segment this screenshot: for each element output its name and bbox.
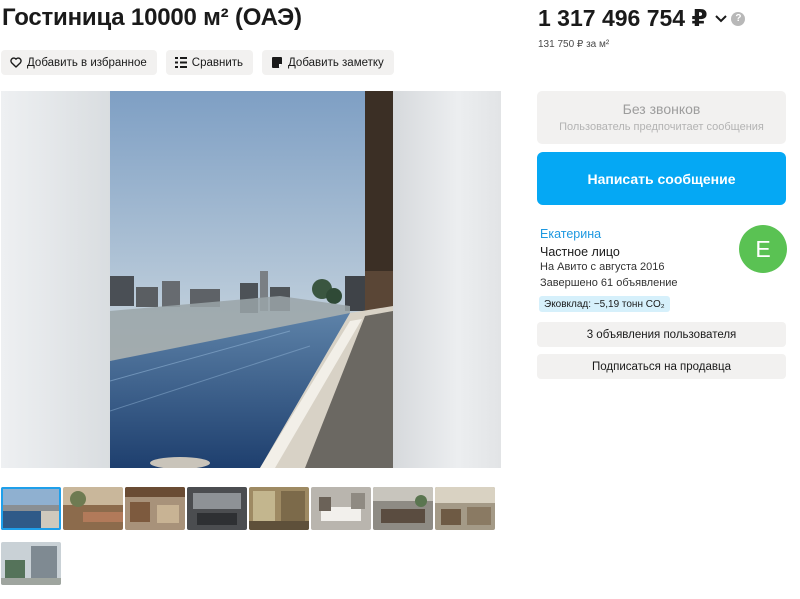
thumbnail-strip xyxy=(1,487,501,597)
no-calls-title: Без звонков xyxy=(622,101,701,117)
gallery-blur-left xyxy=(1,91,110,468)
thumbnail-8[interactable] xyxy=(435,487,495,530)
seller-since: На Авито с августа 2016 xyxy=(540,261,665,273)
avatar[interactable]: Е xyxy=(739,225,787,273)
chevron-down-icon[interactable] xyxy=(715,14,728,23)
compare-button[interactable]: Сравнить xyxy=(165,50,254,75)
thumbnail-5[interactable] xyxy=(249,487,309,530)
seller-type: Частное лицо xyxy=(540,245,620,259)
heart-icon xyxy=(10,57,22,69)
price-block: 1 317 496 754 ₽ ? xyxy=(538,5,746,32)
no-calls-notice: Без звонков Пользователь предпочитает со… xyxy=(537,91,786,144)
compare-label: Сравнить xyxy=(191,56,244,69)
eco-contribution-badge[interactable]: Эковклад: −5,19 тонн CO₂ xyxy=(539,296,670,312)
seller-ads-button[interactable]: 3 объявления пользователя xyxy=(537,322,786,347)
price-value: 1 317 496 754 ₽ xyxy=(538,5,708,31)
help-icon[interactable]: ? xyxy=(731,11,746,26)
add-note-label: Добавить заметку xyxy=(288,56,384,69)
add-to-favorites-button[interactable]: Добавить в избранное xyxy=(1,50,157,75)
add-note-button[interactable]: Добавить заметку xyxy=(262,50,394,75)
seller-completed: Завершено 61 объявление xyxy=(540,277,678,289)
subscribe-seller-button[interactable]: Подписаться на продавца xyxy=(537,354,786,379)
no-calls-subtitle: Пользователь предпочитает сообщения xyxy=(559,121,764,133)
thumbnail-3[interactable] xyxy=(125,487,185,530)
thumbnail-6[interactable] xyxy=(311,487,371,530)
seller-name-link[interactable]: Екатерина xyxy=(540,227,601,241)
listing-actions: Добавить в избранное Сравнить Добавить з… xyxy=(1,50,394,75)
thumbnail-row xyxy=(1,487,501,530)
thumbnail-4[interactable] xyxy=(187,487,247,530)
write-message-button[interactable]: Написать сообщение xyxy=(537,152,786,205)
gallery-blur-right xyxy=(393,91,501,468)
price-per-meter: 131 750 ₽ за м² xyxy=(538,39,610,50)
compare-icon xyxy=(174,57,187,69)
thumbnail-row xyxy=(1,542,501,585)
main-photo[interactable] xyxy=(110,91,393,468)
main-photo-gallery[interactable] xyxy=(1,91,501,468)
listing-title: Гостиница 10000 м² (ОАЭ) xyxy=(2,4,302,31)
thumbnail-1[interactable] xyxy=(1,487,61,530)
thumbnail-2[interactable] xyxy=(63,487,123,530)
thumbnail-7[interactable] xyxy=(373,487,433,530)
thumbnail-9[interactable] xyxy=(1,542,61,585)
note-icon xyxy=(271,57,283,69)
add-to-favorites-label: Добавить в избранное xyxy=(27,56,147,69)
